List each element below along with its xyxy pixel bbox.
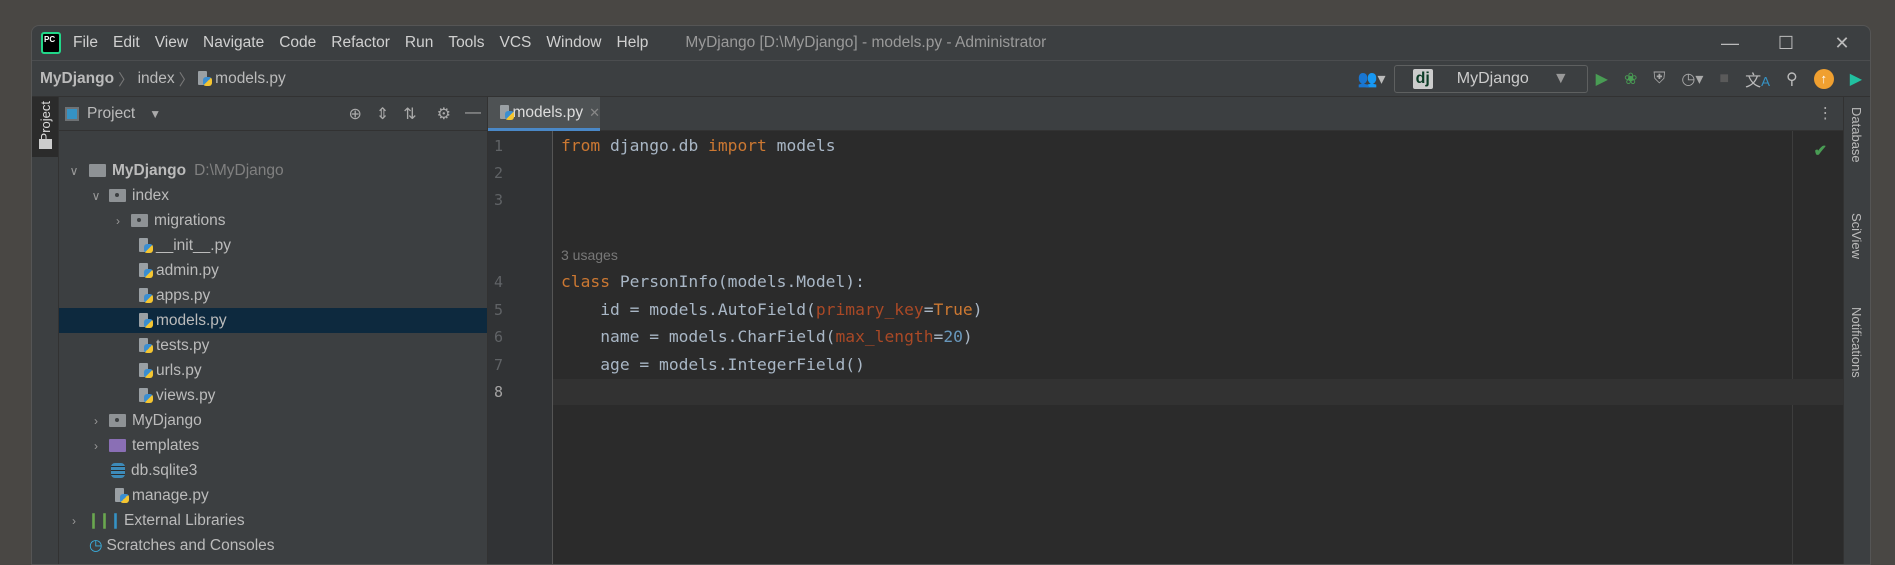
tree-item-migrations[interactable]: › migrations [59,208,487,233]
collapse-all-icon[interactable]: ⇅ [403,104,416,124]
scratches-icon: ◷ [89,537,103,554]
code-line-4: class PersonInfo(models.Model): [561,272,865,291]
run-config-dropdown[interactable]: dj MyDjango ▼ [1393,65,1588,93]
code-line-1: from django.db import models [561,136,836,155]
tree-item-mydjango-pkg[interactable]: › MyDjango [59,408,487,433]
debug-icon[interactable]: ❀ [1624,69,1637,89]
libraries-icon: ❙❙❙ [87,512,122,529]
menu-window[interactable]: Window [546,34,601,52]
title-bar: PC File Edit View Navigate Code Refactor… [32,26,1870,61]
code-line-7: age = models.IntegerField() [561,355,865,374]
notifications-tool-button[interactable]: Notifications [1849,307,1864,378]
maximize-button[interactable]: ☐ [1758,33,1814,54]
gear-icon[interactable]: ⚙ [437,104,451,124]
usages-hint[interactable]: 3 usages [561,242,618,268]
menu-edit[interactable]: Edit [113,34,140,52]
tree-item-apps[interactable]: apps.py [59,283,487,308]
code-area[interactable]: 1 2 3 4 5 6 7 8 from django.db import mo… [488,131,1843,564]
tree-item-external-libraries[interactable]: › ❙❙❙ External Libraries [59,508,487,533]
left-tool-stripe: Project [32,97,59,564]
chevron-down-icon[interactable]: ▼ [149,107,161,121]
sciview-tool-button[interactable]: SciView [1849,213,1864,259]
right-tool-stripe: Database SciView Notifications [1843,97,1870,564]
window-title: MyDjango [D:\MyDjango] - models.py - Adm… [685,34,1047,51]
tree-item-templates[interactable]: › templates [59,433,487,458]
tree-item-init[interactable]: __init__.py [59,233,487,258]
editor[interactable]: models.py ✕ ⋮ ✔ 1 2 3 4 5 6 7 8 from djan… [488,97,1843,564]
tree-item-scratches[interactable]: ◷ Scratches and Consoles [59,533,487,558]
expand-all-icon[interactable]: ⇕ [376,104,389,124]
menu-help[interactable]: Help [617,34,649,52]
code-line-6: name = models.CharField(max_length=20) [561,327,973,346]
project-view-selector[interactable]: Project [87,105,135,123]
navigation-bar: MyDjango 〉 index 〉 models.py 👥▾ dj MyDjango… [32,61,1870,97]
database-icon [111,463,125,478]
menu-bar: File Edit View Navigate Code Refactor Ru… [73,34,663,52]
project-tool-label: Project [38,101,53,142]
profile-icon[interactable]: ◷▾ [1681,69,1703,89]
vcs-user-icon[interactable]: 👥▾ [1358,69,1386,89]
coverage-icon[interactable]: ⛨ [1653,70,1665,88]
tree-item-index[interactable]: ∨ index [59,183,487,208]
minimize-button[interactable]: — [1702,33,1758,54]
tab-models-py[interactable]: models.py ✕ [488,97,600,131]
run-config-label: MyDjango [1456,70,1529,87]
python-file-icon [198,70,213,87]
project-panel: Project ▼ ⊕ ⇕ ⇅ ⚙ — ∨ MyDjango D:\MyDjango… [59,97,488,564]
menu-navigate[interactable]: Navigate [203,34,264,52]
close-button[interactable]: ✕ [1814,33,1870,54]
run-icon[interactable]: ▶ [1596,69,1608,89]
update-icon[interactable]: ↑ [1813,69,1834,89]
menu-tools[interactable]: Tools [448,34,484,52]
menu-run[interactable]: Run [405,34,433,52]
menu-code[interactable]: Code [279,34,316,52]
pycharm-logo-icon: PC [41,32,61,54]
ide-window: PC File Edit View Navigate Code Refactor… [31,25,1871,565]
translate-icon[interactable]: 文A [1745,67,1770,91]
project-view-icon [65,106,79,121]
plugin-logo-icon[interactable]: ▶ [1850,69,1862,89]
tree-item-models[interactable]: models.py [59,308,487,333]
menu-refactor[interactable]: Refactor [331,34,390,52]
tree-item-db[interactable]: db.sqlite3 [59,458,487,483]
search-icon[interactable]: ⚲ [1786,69,1798,89]
django-icon: dj [1412,69,1433,89]
more-options-icon[interactable]: ⋮ [1818,104,1834,123]
database-tool-button[interactable]: Database [1849,107,1864,163]
stop-icon[interactable]: ■ [1719,70,1729,88]
breadcrumb-file[interactable]: models.py [215,70,286,88]
tree-item-root[interactable]: ∨ MyDjango D:\MyDjango [59,158,487,183]
tree-item-manage[interactable]: manage.py [59,483,487,508]
tree-item-urls[interactable]: urls.py [59,358,487,383]
menu-file[interactable]: File [73,34,98,52]
close-tab-icon[interactable]: ✕ [589,105,600,121]
menu-view[interactable]: View [155,34,188,52]
project-tool-button[interactable]: Project [32,97,58,157]
tree-item-tests[interactable]: tests.py [59,333,487,358]
hide-icon[interactable]: — [465,104,481,124]
folder-icon [39,139,52,149]
tree-item-admin[interactable]: admin.py [59,258,487,283]
code-line-5: id = models.AutoField(primary_key=True) [561,300,983,319]
breadcrumb-project[interactable]: MyDjango [40,70,114,88]
locate-icon[interactable]: ⊕ [348,104,361,124]
tree-item-views[interactable]: views.py [59,383,487,408]
breadcrumb-index[interactable]: index [138,70,175,88]
menu-vcs[interactable]: VCS [500,34,532,52]
